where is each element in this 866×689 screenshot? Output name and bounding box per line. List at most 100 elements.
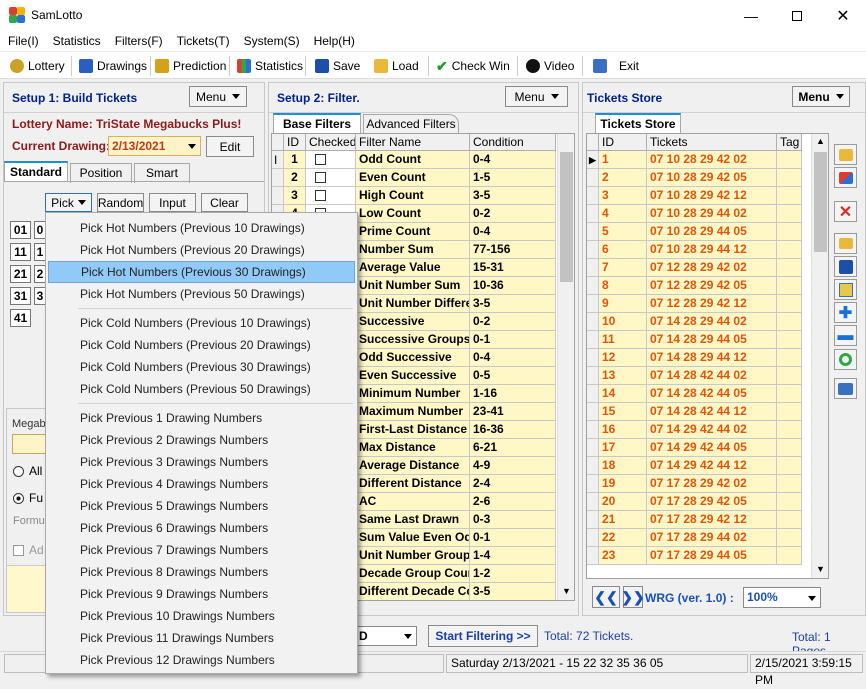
dropdown-item[interactable]: Pick Previous 3 Drawings Numbers bbox=[48, 451, 355, 473]
number-button[interactable]: 41 bbox=[10, 309, 31, 327]
ticket-row[interactable]: 5 07 10 28 29 44 05 bbox=[587, 223, 811, 241]
dropdown-item[interactable]: Pick Previous 11 Drawings Numbers bbox=[48, 627, 355, 649]
dropdown-item[interactable]: Pick Hot Numbers (Previous 20 Drawings) bbox=[48, 239, 355, 261]
all-radio[interactable]: All bbox=[13, 464, 42, 478]
filter-condition[interactable]: 0-4 bbox=[470, 223, 556, 241]
number-button[interactable]: 21 bbox=[10, 265, 31, 283]
ticket-row[interactable]: 9 07 12 28 29 42 12 bbox=[587, 295, 811, 313]
dropdown-item[interactable]: Pick Cold Numbers (Previous 50 Drawings) bbox=[48, 378, 355, 400]
ticket-row[interactable]: 22 07 17 28 29 44 02 bbox=[587, 529, 811, 547]
dropdown-item[interactable]: Pick Previous 12 Drawings Numbers bbox=[48, 649, 355, 671]
ticket-row[interactable]: 8 07 12 28 29 42 05 bbox=[587, 277, 811, 295]
dropdown-item[interactable]: Pick Previous 2 Drawings Numbers bbox=[48, 429, 355, 451]
first-page-button[interactable]: ❮❮ bbox=[592, 586, 620, 608]
filter-condition[interactable]: 77-156 bbox=[470, 241, 556, 259]
delete-button[interactable]: ✕ bbox=[834, 201, 857, 222]
ticket-tag[interactable] bbox=[777, 493, 802, 511]
add-tag-button[interactable] bbox=[834, 144, 857, 165]
filter-row[interactable]: 2 Even Count 1-5 bbox=[272, 169, 556, 187]
ticket-tag[interactable] bbox=[777, 475, 802, 493]
ticket-tag[interactable] bbox=[777, 547, 802, 565]
refresh-button[interactable] bbox=[834, 349, 857, 370]
ticket-tag[interactable] bbox=[777, 313, 802, 331]
dropdown-item[interactable]: Pick Previous 8 Drawings Numbers bbox=[48, 561, 355, 583]
ticket-tag[interactable] bbox=[777, 421, 802, 439]
ticket-tag[interactable] bbox=[777, 187, 802, 205]
ticket-row[interactable]: ▶ 1 07 10 28 29 42 02 bbox=[587, 151, 811, 169]
tickets-menu-button[interactable]: Menu bbox=[792, 86, 850, 107]
filter-condition[interactable]: 0-1 bbox=[470, 331, 556, 349]
col-condition-header[interactable]: Condition bbox=[470, 134, 556, 151]
random-button[interactable]: Random bbox=[97, 193, 144, 212]
dropdown-item[interactable]: Pick Hot Numbers (Previous 50 Drawings) bbox=[48, 283, 355, 305]
ticket-row[interactable]: 20 07 17 28 29 42 05 bbox=[587, 493, 811, 511]
ticket-tag[interactable] bbox=[777, 367, 802, 385]
filter-condition[interactable]: 0-5 bbox=[470, 367, 556, 385]
filter-condition[interactable]: 10-36 bbox=[470, 277, 556, 295]
number-button[interactable]: 31 bbox=[10, 287, 31, 305]
menu-statistics[interactable]: Statistics bbox=[45, 31, 107, 48]
filter-condition[interactable]: 0-2 bbox=[470, 205, 556, 223]
print-button[interactable] bbox=[834, 378, 857, 399]
maximize-icon[interactable] bbox=[774, 0, 820, 31]
setup2-menu-button[interactable]: Menu bbox=[505, 86, 568, 107]
dropdown-item[interactable]: Pick Cold Numbers (Previous 30 Drawings) bbox=[48, 356, 355, 378]
tab-base-filters[interactable]: Base Filters bbox=[273, 113, 361, 133]
prediction-button[interactable]: Prediction bbox=[155, 56, 226, 76]
pick-button[interactable]: Pick bbox=[45, 193, 92, 212]
dropdown-item[interactable]: Pick Previous 5 Drawings Numbers bbox=[48, 495, 355, 517]
filter-condition[interactable]: 0-4 bbox=[470, 151, 556, 169]
dropdown-item[interactable]: Pick Previous 9 Drawings Numbers bbox=[48, 583, 355, 605]
check-win-button[interactable]: ✔ Check Win bbox=[436, 56, 510, 76]
video-button[interactable]: Video bbox=[526, 56, 574, 76]
number-button[interactable]: 11 bbox=[10, 243, 31, 261]
dropdown-item[interactable]: Pick Cold Numbers (Previous 10 Drawings) bbox=[48, 312, 355, 334]
load-button[interactable]: Load bbox=[374, 56, 419, 76]
filter-checkbox[interactable] bbox=[306, 151, 356, 169]
ticket-tag[interactable] bbox=[777, 169, 802, 187]
menu-tickets[interactable]: Tickets(T) bbox=[169, 31, 236, 48]
ticket-row[interactable]: 12 07 14 28 29 44 12 bbox=[587, 349, 811, 367]
zoom-combo[interactable]: 100% bbox=[743, 587, 821, 608]
ticket-row[interactable]: 6 07 10 28 29 44 12 bbox=[587, 241, 811, 259]
filter-condition[interactable]: 15-31 bbox=[470, 259, 556, 277]
ticket-tag[interactable] bbox=[777, 277, 802, 295]
filter-combo[interactable]: D bbox=[355, 626, 417, 646]
filter-condition[interactable]: 1-4 bbox=[470, 547, 556, 565]
ticket-tag[interactable] bbox=[777, 295, 802, 313]
ticket-row[interactable]: 18 07 14 29 42 44 12 bbox=[587, 457, 811, 475]
minimize-icon[interactable]: — bbox=[728, 0, 774, 31]
filter-condition[interactable]: 2-6 bbox=[470, 493, 556, 511]
filters-scrollbar[interactable]: ▼ bbox=[557, 134, 574, 600]
ticket-row[interactable]: 4 07 10 28 29 44 02 bbox=[587, 205, 811, 223]
add-row-button[interactable]: ✚ bbox=[834, 302, 857, 323]
clear-tag-button[interactable] bbox=[834, 167, 857, 188]
tab-tickets-store[interactable]: Tickets Store bbox=[595, 113, 681, 133]
filter-checkbox[interactable] bbox=[306, 169, 356, 187]
open-file-button[interactable] bbox=[834, 233, 857, 254]
col-id-header[interactable]: ID bbox=[284, 134, 306, 151]
ticket-tag[interactable] bbox=[777, 223, 802, 241]
menu-filters[interactable]: Filters(F) bbox=[107, 31, 169, 48]
filter-condition[interactable]: 23-41 bbox=[470, 403, 556, 421]
tab-smart[interactable]: Smart bbox=[134, 163, 190, 183]
filter-condition[interactable]: 0-2 bbox=[470, 313, 556, 331]
start-filtering-button[interactable]: Start Filtering >> bbox=[428, 625, 538, 647]
col-checked-header[interactable]: Checked bbox=[306, 134, 356, 151]
ticket-tag[interactable] bbox=[777, 439, 802, 457]
filter-condition[interactable]: 16-36 bbox=[470, 421, 556, 439]
filter-condition[interactable]: 3-5 bbox=[470, 583, 556, 600]
ticket-row[interactable]: 23 07 17 28 29 44 05 bbox=[587, 547, 811, 565]
tickets-scrollbar[interactable]: ▲ ▼ bbox=[811, 134, 828, 578]
dropdown-item[interactable]: Pick Hot Numbers (Previous 10 Drawings) bbox=[48, 217, 355, 239]
ticket-row[interactable]: 11 07 14 28 29 44 05 bbox=[587, 331, 811, 349]
ticket-tag[interactable] bbox=[777, 457, 802, 475]
filter-row[interactable]: 3 High Count 3-5 bbox=[272, 187, 556, 205]
filter-checkbox[interactable] bbox=[306, 187, 356, 205]
ticket-tag[interactable] bbox=[777, 529, 802, 547]
menu-file[interactable]: File(I) bbox=[0, 31, 45, 48]
filter-condition[interactable]: 1-2 bbox=[470, 565, 556, 583]
ticket-row[interactable]: 15 07 14 28 42 44 12 bbox=[587, 403, 811, 421]
filter-condition[interactable]: 2-4 bbox=[470, 475, 556, 493]
filter-condition[interactable]: 3-5 bbox=[470, 187, 556, 205]
